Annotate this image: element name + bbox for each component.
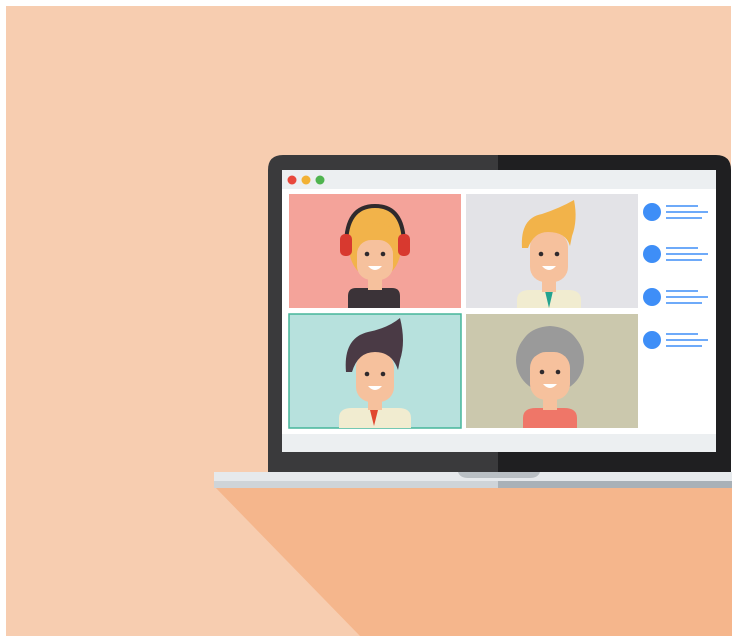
minimize-dot-icon[interactable] xyxy=(301,175,311,185)
window-bottom-bar xyxy=(282,434,716,452)
laptop-trackpad-notch xyxy=(458,472,540,478)
laptop-base-shade xyxy=(498,481,732,488)
user-dot-icon xyxy=(643,288,661,306)
user-dot-icon xyxy=(643,203,661,221)
video-call-illustration xyxy=(6,6,732,636)
user-dot-icon xyxy=(643,245,661,263)
participant-4-avatar xyxy=(516,326,584,428)
close-dot-icon[interactable] xyxy=(287,175,297,185)
laptop xyxy=(214,155,732,488)
maximize-dot-icon[interactable] xyxy=(315,175,325,185)
user-dot-icon xyxy=(643,331,661,349)
window-title-bar xyxy=(282,170,716,189)
participant-1-avatar xyxy=(340,203,410,308)
